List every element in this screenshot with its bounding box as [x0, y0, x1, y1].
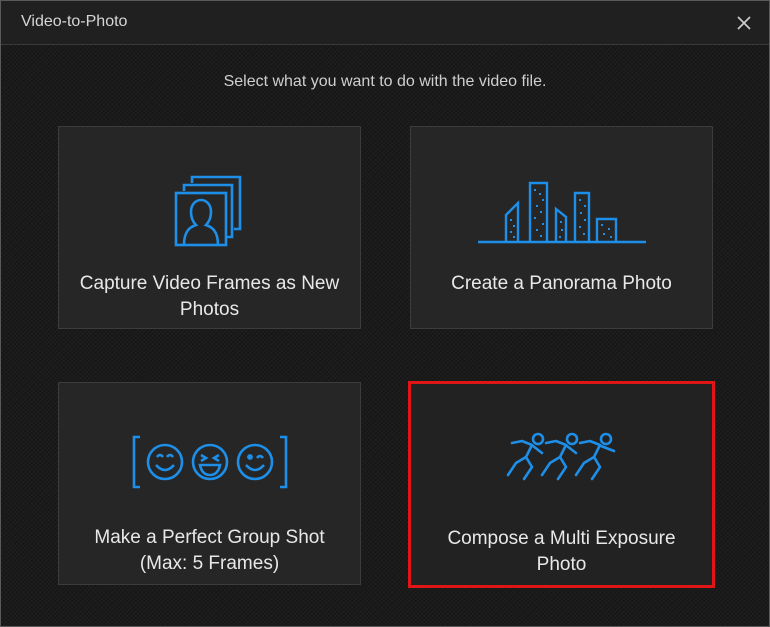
- title-bar: Video-to-Photo: [1, 1, 769, 45]
- window-title: Video-to-Photo: [21, 13, 128, 30]
- capture-frames-label: Capture Video Frames as New Photos: [79, 273, 340, 320]
- multi-exposure-option[interactable]: Compose a Multi Exposure Photo: [408, 381, 715, 588]
- panorama-option[interactable]: Create a Panorama Photo: [410, 126, 713, 329]
- group-faces-icon: [59, 433, 360, 491]
- instruction-text: Select what you want to do with the vide…: [223, 73, 547, 90]
- capture-frames-option[interactable]: Capture Video Frames as New Photos: [58, 126, 361, 329]
- group-shot-option[interactable]: Make a Perfect Group Shot (Max: 5 Frames…: [58, 382, 361, 585]
- close-icon: [737, 16, 751, 30]
- multi-exposure-label: Compose a Multi Exposure Photo: [447, 528, 676, 575]
- group-shot-label: Make a Perfect Group Shot (Max: 5 Frames…: [94, 527, 325, 574]
- city-skyline-icon: [411, 179, 712, 245]
- video-to-photo-dialog: Video-to-Photo Select what you want to d…: [0, 0, 770, 627]
- running-figures-icon: [411, 431, 712, 489]
- portrait-frames-icon: [59, 171, 360, 251]
- panorama-label: Create a Panorama Photo: [451, 273, 672, 294]
- close-button[interactable]: [733, 12, 755, 34]
